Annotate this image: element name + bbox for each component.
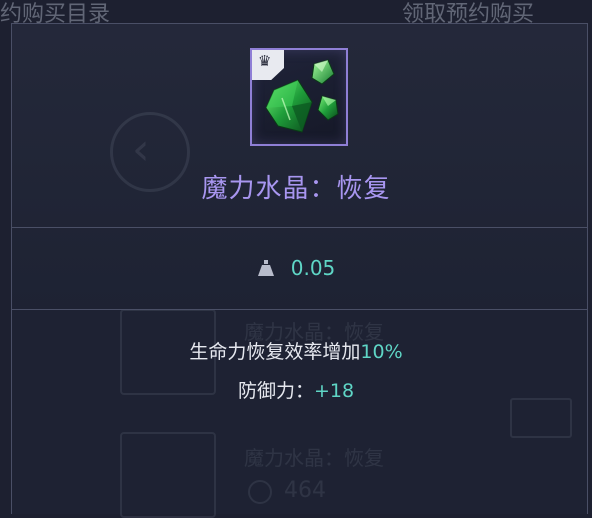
item-title: 魔力水晶：恢复 (201, 174, 391, 204)
stat-label: 生命力恢复效率增加 (189, 341, 361, 363)
weight-value: 0.05 (290, 256, 336, 280)
stat-line-defense: 防御力：+18 (0, 376, 592, 403)
stat-value: +18 (313, 380, 355, 402)
item-icon-frame: ♛ (250, 48, 348, 146)
weight-row: 0.05 (0, 255, 592, 281)
tooltip-divider (12, 227, 588, 228)
tooltip-divider (12, 309, 588, 310)
stat-label: 防御力： (237, 380, 314, 402)
weight-icon (257, 260, 274, 276)
ghost-price: 464 (284, 478, 326, 503)
ghost-item-name: 魔力水晶：恢复 (244, 446, 384, 470)
ghost-item-slot (120, 432, 216, 518)
ghost-coin-icon (248, 480, 272, 504)
stat-value: 10% (360, 341, 403, 363)
ghost-button (510, 398, 572, 438)
stat-line-hp-regen: 生命力恢复效率增加10% (0, 337, 592, 364)
crown-icon: ♛ (258, 52, 272, 70)
